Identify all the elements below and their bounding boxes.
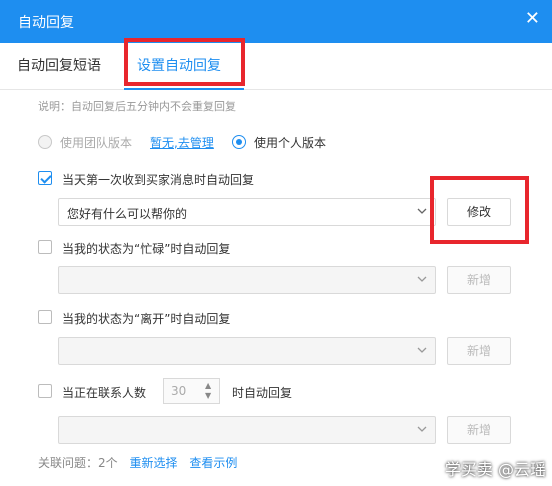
tab-bar: 自动回复短语 设置自动回复 — [0, 43, 552, 90]
personal-version-option[interactable]: 使用个人版本 — [232, 134, 326, 150]
team-manage-link[interactable]: 暂无,去管理 — [150, 134, 214, 151]
watermark-text: 学买卖 @云瑶 — [444, 460, 546, 479]
active-tab-indicator — [124, 88, 244, 90]
contacts-number-stepper[interactable]: 30 ▲ ▼ — [163, 378, 220, 404]
reselect-link[interactable]: 重新选择 — [129, 456, 177, 470]
window-title: 自动回复 — [18, 15, 74, 31]
rule-away-select[interactable] — [58, 337, 436, 365]
chevron-down-icon — [417, 276, 427, 282]
rule-contacts-add-button[interactable]: 新增 — [447, 416, 511, 444]
rule-first-message-checkbox[interactable] — [38, 171, 52, 185]
rule-contacts-select[interactable] — [58, 416, 436, 444]
rule-first-message-value: 您好有什么可以帮你的 — [67, 207, 188, 221]
rule-contacts-checkbox[interactable] — [38, 384, 52, 398]
rule-busy-label: 当我的状态为“忙碌”时自动回复 — [62, 242, 231, 256]
title-bar: 自动回复 ✕ — [0, 0, 552, 43]
chevron-down-icon — [417, 426, 427, 432]
team-version-option[interactable]: 使用团队版本 暂无,去管理 — [38, 134, 214, 150]
note-text: 说明：自动回复后五分钟内不会重复回复 — [38, 100, 236, 113]
close-icon[interactable]: ✕ — [525, 8, 540, 30]
rule-contacts-label-before: 当正在联系人数 — [62, 386, 147, 400]
personal-version-radio[interactable] — [232, 135, 246, 149]
rule-away-checkbox[interactable] — [38, 310, 52, 324]
chevron-down-icon — [417, 208, 427, 214]
personal-version-label: 使用个人版本 — [254, 135, 327, 150]
related-questions-count: 关联问题：2个 — [38, 456, 118, 470]
rule-first-message-label: 当天第一次收到买家消息时自动回复 — [62, 173, 255, 187]
rule-busy-checkbox[interactable] — [38, 240, 52, 254]
rule-first-message-select[interactable]: 您好有什么可以帮你的 — [58, 198, 436, 226]
rule-busy-add-button[interactable]: 新增 — [447, 266, 511, 294]
highlight-box-modify — [430, 176, 529, 244]
view-example-link[interactable]: 查看示例 — [189, 456, 237, 470]
tab-auto-reply-phrases[interactable]: 自动回复短语 — [17, 56, 101, 76]
rule-contacts-label-after: 时自动回复 — [232, 386, 293, 400]
stepper-arrows-icon[interactable]: ▲ ▼ — [205, 381, 215, 401]
team-version-radio[interactable] — [38, 135, 52, 149]
highlight-box-tab — [124, 38, 245, 86]
rule-away-add-button[interactable]: 新增 — [447, 337, 511, 365]
team-version-label: 使用团队版本 — [60, 135, 133, 150]
rule-busy-select[interactable] — [58, 266, 436, 294]
contacts-number-value: 30 — [171, 384, 187, 398]
rule-away-label: 当我的状态为“离开”时自动回复 — [62, 312, 231, 326]
chevron-down-icon — [417, 347, 427, 353]
footer-bar: 关联问题：2个 重新选择 查看示例 — [38, 454, 245, 471]
